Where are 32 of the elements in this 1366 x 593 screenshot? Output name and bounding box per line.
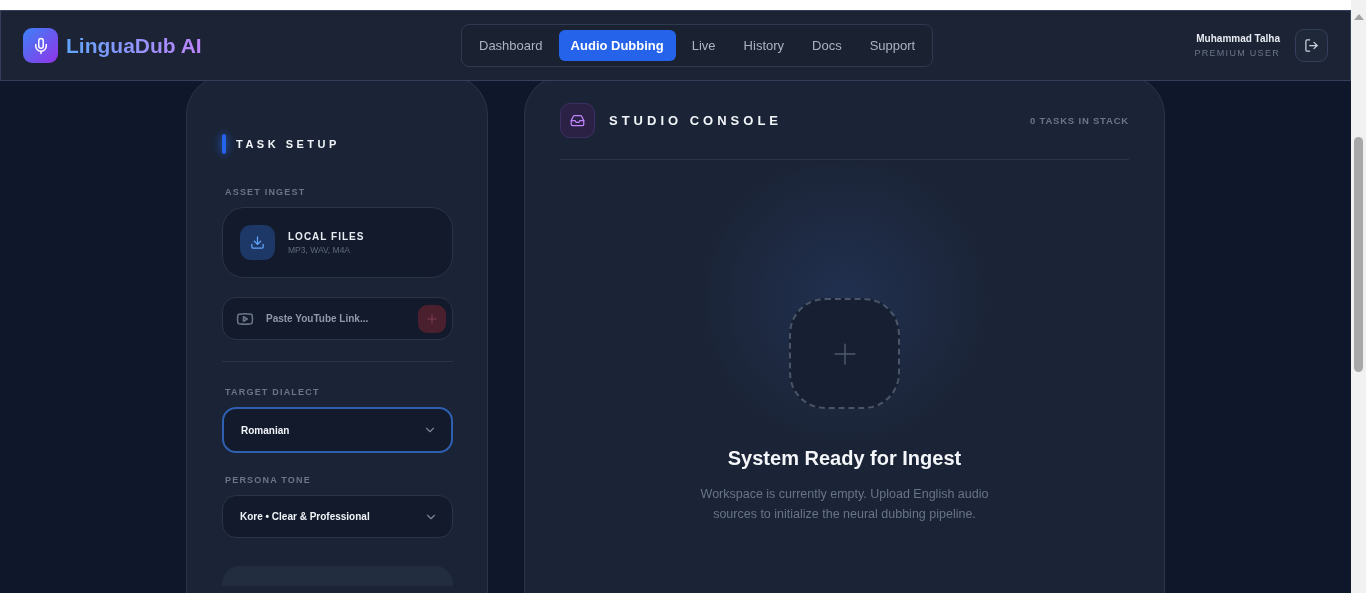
youtube-link-field[interactable]: Paste YouTube Link... [264, 312, 408, 325]
nav-tab[interactable]: Audio Dubbing [558, 30, 676, 61]
user-role: PREMIUM USER [1194, 48, 1280, 58]
section-label: TARGET DIALECT [225, 387, 321, 397]
empty-title: System Ready for Ingest [727, 447, 962, 470]
local-files-button[interactable]: LOCAL FILES MP3, WAV, M4A [222, 207, 453, 278]
logout-icon [1304, 38, 1319, 53]
microphone-icon [23, 28, 58, 63]
card-subtitle: MP3, WAV, M4A [288, 244, 352, 255]
section-label: ASSET INGEST [225, 187, 307, 197]
add-button[interactable] [418, 304, 446, 333]
task-count: 0 TASKS IN STACK [1030, 115, 1129, 126]
plus-icon [425, 311, 439, 326]
inbox-icon [560, 103, 595, 138]
download-icon [240, 225, 275, 260]
console-title: STUDIO CONSOLE [609, 113, 782, 128]
drop-zone[interactable] [789, 298, 900, 409]
section-label: PERSONA TONE [225, 475, 312, 485]
accent-bar [222, 134, 226, 154]
user-name: Muhammad Talha [1196, 33, 1280, 44]
card-title: LOCAL FILES [288, 230, 365, 242]
panel-title: TASK SETUP [236, 138, 340, 150]
nav-tab[interactable]: Support [857, 30, 928, 61]
nav-tab[interactable]: Docs [800, 30, 854, 61]
empty-description: Workspace is currently empty. Upload English audio sources to initialize the neural dubbing pipeline. [699, 486, 990, 523]
nav-tab[interactable]: Dashboard [467, 30, 555, 61]
dialect-select[interactable]: Romanian [222, 407, 453, 453]
persona-select[interactable]: Kore • Clear & Professional [222, 495, 453, 538]
scrollbar[interactable] [1351, 0, 1366, 593]
nav-tab[interactable]: Live [679, 30, 728, 61]
nav-tab[interactable]: History [731, 30, 797, 61]
logout-button[interactable] [1295, 29, 1328, 62]
